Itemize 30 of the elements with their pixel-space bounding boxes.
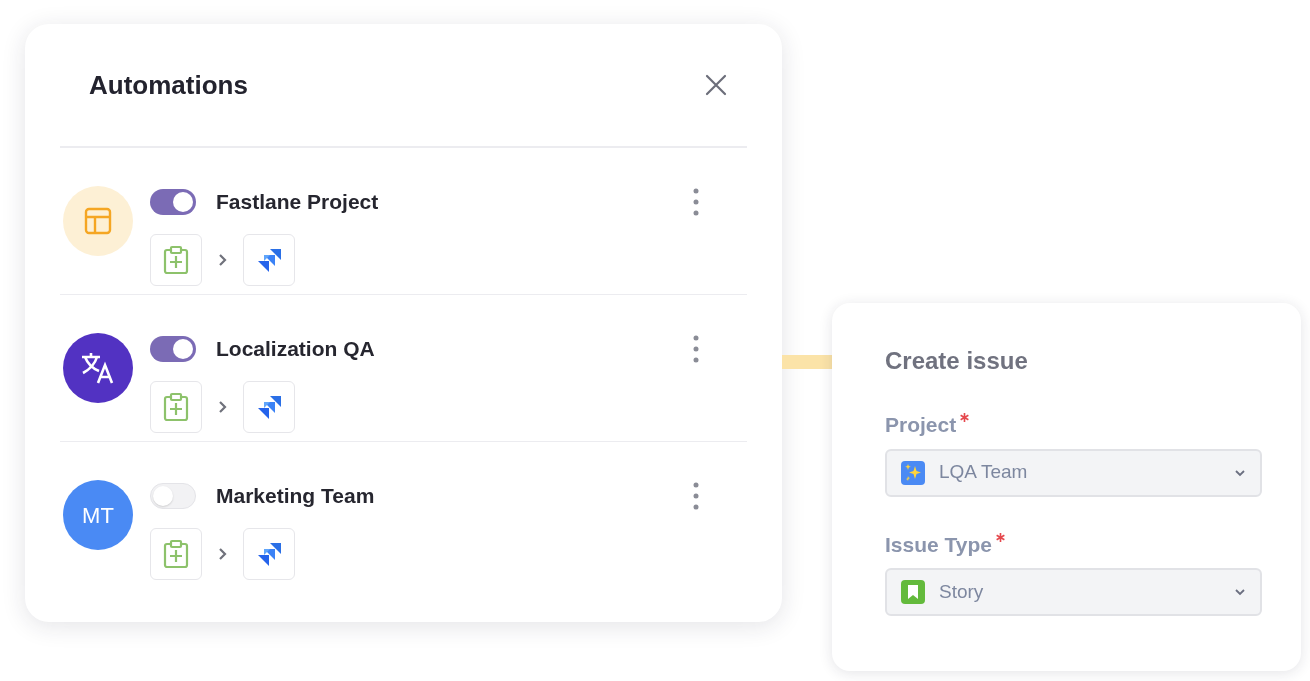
jira-icon (243, 233, 295, 286)
chevron-icon (218, 399, 227, 414)
chevron-icon (218, 546, 227, 561)
panel-title: Automations (89, 68, 248, 102)
chevron-down-icon (1234, 588, 1246, 596)
select-field[interactable]: Story (885, 568, 1262, 616)
toggle-switch[interactable] (150, 188, 196, 215)
automation-name: Marketing Team (216, 483, 375, 509)
toggle-switch[interactable] (150, 482, 196, 509)
jira-icon (243, 380, 295, 433)
automation-name: Localization QA (216, 336, 375, 362)
form-title: Create issue (885, 346, 1029, 376)
avatar: MT (63, 480, 133, 550)
automation-name: Fastlane Project (216, 189, 379, 215)
chevron-icon (218, 252, 227, 267)
close-icon[interactable] (705, 74, 727, 96)
select-field[interactable]: LQA Team (885, 448, 1262, 497)
more-icon[interactable] (693, 481, 699, 510)
field-label: Issue Type (885, 531, 992, 558)
chevron-down-icon (1234, 468, 1246, 477)
sparkle-icon (901, 460, 925, 485)
clipboard-icon (150, 380, 202, 433)
more-icon[interactable] (693, 187, 699, 216)
field-label: Project (885, 412, 957, 438)
jira-icon (243, 527, 295, 580)
more-icon[interactable] (693, 334, 699, 363)
clipboard-icon (150, 233, 202, 286)
bookmark-icon (901, 580, 925, 604)
toggle-switch[interactable] (150, 335, 196, 362)
clipboard-icon (150, 527, 202, 580)
